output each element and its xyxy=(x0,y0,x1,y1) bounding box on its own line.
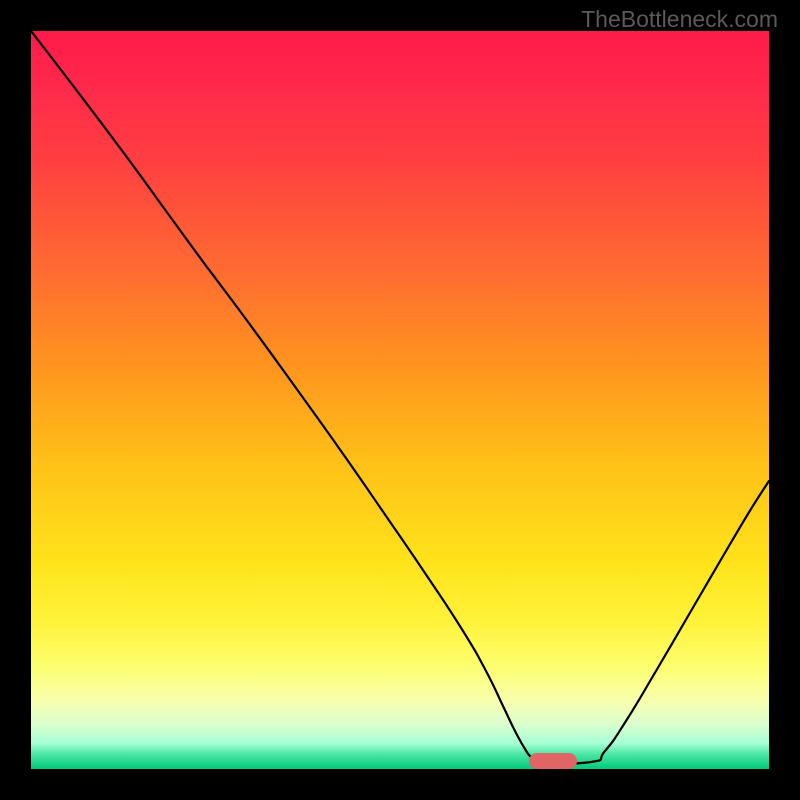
chart-plot-area xyxy=(31,31,769,769)
watermark-text: TheBottleneck.com xyxy=(581,6,778,33)
curve-path xyxy=(31,31,769,764)
bottleneck-curve xyxy=(31,31,769,769)
optimal-marker xyxy=(529,753,577,769)
